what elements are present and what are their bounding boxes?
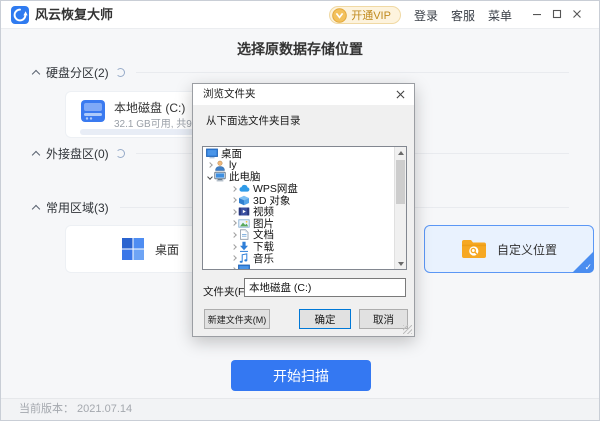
folder-tree: 桌面 ly 此电脑 bbox=[202, 146, 407, 270]
drive-name: 本地磁盘 (C:) bbox=[114, 99, 185, 116]
start-scan-button[interactable]: 开始扫描 bbox=[231, 360, 371, 391]
folder-tree-rows: 桌面 ly 此电脑 bbox=[203, 148, 394, 269]
cube-icon bbox=[238, 195, 250, 206]
selected-check-icon bbox=[572, 251, 594, 273]
expander-icon[interactable] bbox=[229, 221, 238, 225]
window-control-button[interactable] bbox=[528, 6, 545, 24]
app-logo-icon bbox=[11, 6, 29, 24]
pictures-icon bbox=[238, 218, 250, 229]
vip-button[interactable]: 开通VIP bbox=[329, 6, 401, 24]
header-menu-item[interactable]: 菜单 bbox=[488, 7, 512, 24]
download-icon bbox=[238, 241, 250, 252]
tree-item[interactable]: 下载 bbox=[203, 241, 394, 253]
dialog-subtitle: 从下面选文件夹目录 bbox=[206, 113, 301, 128]
expander-icon[interactable] bbox=[205, 175, 214, 179]
tree-item[interactable]: 桌面 bbox=[203, 148, 394, 160]
location-tile[interactable]: 自定义位置 bbox=[424, 225, 594, 273]
app-window: 风云恢复大师 开通VIP 登录客服菜单 选择原数据存储位置 硬盘分区(2) bbox=[0, 0, 600, 421]
dialog-title: 浏览文件夹 bbox=[203, 84, 256, 105]
header-menu: 登录客服菜单 bbox=[414, 7, 512, 24]
title-bar: 风云恢复大师 开通VIP 登录客服菜单 bbox=[1, 1, 599, 29]
windows-logo-icon bbox=[121, 237, 145, 261]
expander-icon[interactable] bbox=[205, 163, 214, 167]
header-actions: 开通VIP 登录客服菜单 bbox=[329, 1, 585, 29]
tree-item[interactable]: 文档 bbox=[203, 229, 394, 241]
page-title: 选择原数据存储位置 bbox=[1, 39, 599, 59]
tree-item[interactable]: WPS网盘 bbox=[203, 183, 394, 195]
dialog-close-icon[interactable] bbox=[392, 86, 409, 103]
divider bbox=[136, 72, 569, 73]
section-header: 硬盘分区(2) bbox=[33, 65, 569, 79]
computer-icon bbox=[214, 171, 226, 182]
tree-item[interactable]: 图片 bbox=[203, 218, 394, 230]
scrollbar-thumb[interactable] bbox=[396, 160, 405, 204]
maximize-icon bbox=[552, 6, 562, 24]
minimize-icon bbox=[532, 6, 542, 24]
browse-folder-dialog: 浏览文件夹 从下面选文件夹目录 桌面 ly bbox=[192, 83, 415, 337]
new-folder-button[interactable]: 新建文件夹(M) bbox=[204, 309, 270, 329]
window-controls bbox=[528, 6, 585, 24]
ok-button[interactable]: 确定 bbox=[299, 309, 351, 329]
tree-item[interactable]: 此电脑 bbox=[203, 171, 394, 183]
expander-icon[interactable] bbox=[229, 268, 238, 269]
hard-drive-icon bbox=[80, 99, 106, 128]
scroll-down-icon[interactable] bbox=[395, 258, 406, 269]
expander-icon[interactable] bbox=[229, 256, 238, 260]
cancel-button[interactable]: 取消 bbox=[359, 309, 408, 329]
refresh-icon[interactable] bbox=[116, 149, 125, 158]
window-control-button[interactable] bbox=[548, 6, 565, 24]
app-title: 风云恢复大师 bbox=[35, 1, 113, 28]
collapse-caret-icon[interactable] bbox=[32, 150, 40, 158]
dialog-title-bar[interactable]: 浏览文件夹 bbox=[193, 84, 414, 105]
expander-icon[interactable] bbox=[229, 245, 238, 249]
tree-item[interactable]: 视频 bbox=[203, 206, 394, 218]
user-icon bbox=[214, 160, 226, 171]
close-icon bbox=[572, 6, 582, 24]
tree-item[interactable]: 音乐 bbox=[203, 252, 394, 264]
documents-icon bbox=[238, 229, 250, 240]
status-bar: 当前版本： 2021.07.14 bbox=[1, 398, 599, 420]
expander-icon[interactable] bbox=[229, 233, 238, 237]
vip-badge-icon bbox=[332, 8, 347, 23]
desktop-icon bbox=[238, 264, 250, 269]
music-icon bbox=[238, 253, 250, 264]
collapse-caret-icon[interactable] bbox=[32, 69, 40, 77]
cloud-icon bbox=[238, 183, 250, 194]
refresh-icon[interactable] bbox=[116, 68, 125, 77]
folder-search-icon bbox=[461, 238, 487, 260]
header-menu-item[interactable]: 登录 bbox=[414, 7, 438, 24]
version-text: 当前版本： 2021.07.14 bbox=[19, 403, 132, 415]
resize-grip[interactable] bbox=[403, 325, 412, 334]
scroll-up-icon[interactable] bbox=[395, 147, 406, 158]
header-menu-item[interactable]: 客服 bbox=[451, 7, 475, 24]
tree-item[interactable] bbox=[203, 264, 394, 269]
expander-icon[interactable] bbox=[229, 198, 238, 202]
expander-icon[interactable] bbox=[229, 210, 238, 214]
expander-icon[interactable] bbox=[229, 187, 238, 191]
window-control-button[interactable] bbox=[568, 6, 585, 24]
tree-scrollbar[interactable] bbox=[394, 147, 406, 269]
folder-name-input[interactable] bbox=[244, 278, 406, 297]
desktop-icon bbox=[206, 148, 218, 159]
video-icon bbox=[238, 206, 250, 217]
tree-item[interactable]: 3D 对象 bbox=[203, 194, 394, 206]
collapse-caret-icon[interactable] bbox=[32, 204, 40, 212]
